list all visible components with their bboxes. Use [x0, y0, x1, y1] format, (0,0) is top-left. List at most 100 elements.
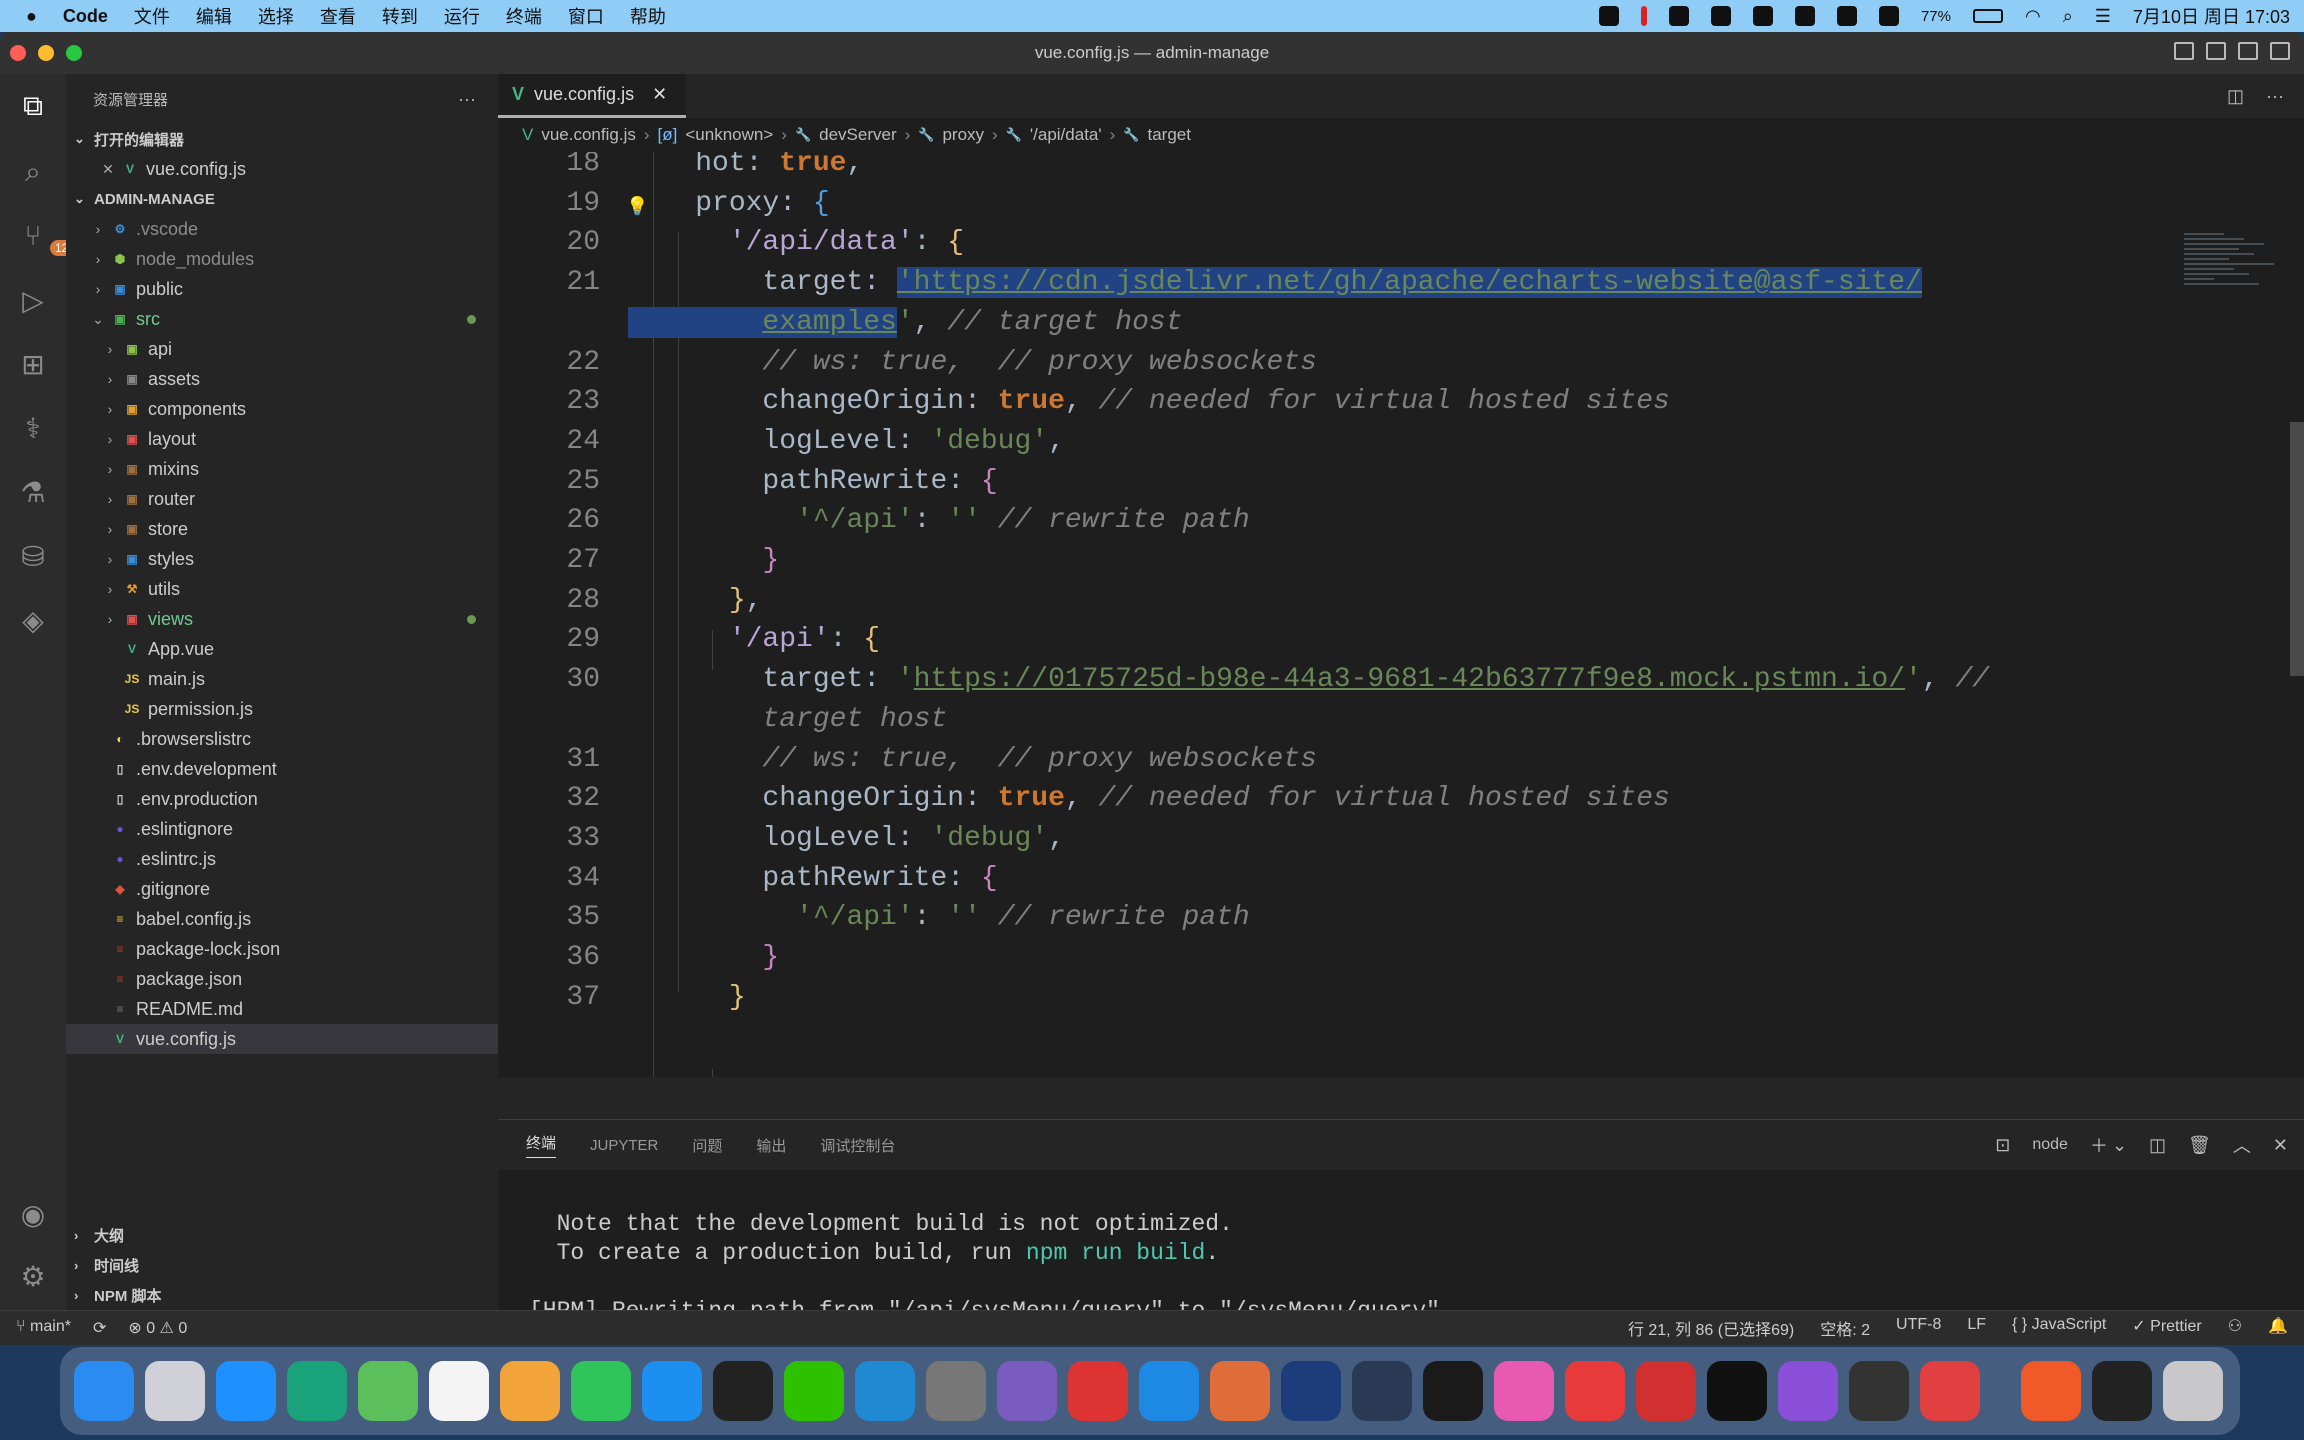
database-icon[interactable]: ⛁ [17, 540, 49, 572]
toggle-sidebar-icon[interactable] [2174, 42, 2194, 60]
battery-percent[interactable]: 77% [1921, 8, 1951, 25]
tree-item[interactable]: › ▣ views [66, 604, 498, 634]
tree-item[interactable]: ● .eslintrc.js [66, 844, 498, 874]
cursor-position[interactable]: 行 21, 列 86 (已选择69) [1628, 1316, 1794, 1340]
code-line[interactable]: 28 }, [498, 581, 2138, 621]
trash-icon[interactable]: 🗑 [2188, 1135, 2211, 1156]
extensions-icon[interactable]: ⊞ [17, 348, 49, 380]
dock-maps-icon[interactable] [358, 1361, 418, 1421]
tray-icon[interactable] [1752, 6, 1773, 26]
dock-creative-app-icon[interactable] [1210, 1361, 1270, 1421]
more-actions-icon[interactable]: ··· [458, 89, 476, 110]
branch-indicator[interactable]: ⑂ main* [16, 1318, 71, 1338]
close-panel-icon[interactable]: ✕ [2273, 1135, 2288, 1156]
dock-terminal-icon[interactable] [1423, 1361, 1483, 1421]
toggle-panel-icon[interactable] [2206, 42, 2226, 60]
code-line[interactable]: 20 '/api/data': { [498, 223, 2138, 263]
code-line[interactable]: target host [498, 700, 2138, 740]
menu-item[interactable]: 帮助 [630, 3, 666, 29]
layers-icon[interactable]: ◈ [17, 604, 49, 636]
explorer-icon[interactable]: ⧉ [17, 90, 49, 122]
minimap[interactable] [2184, 230, 2284, 430]
split-editor-icon[interactable]: ◫ [2227, 86, 2244, 107]
dock-launchpad-icon[interactable] [145, 1361, 205, 1421]
clock[interactable]: 7月10日 周日 17:03 [2133, 3, 2290, 29]
tree-item[interactable]: › ▣ api [66, 334, 498, 364]
tree-item[interactable]: ▯ .env.development [66, 754, 498, 784]
dock-windows-icon[interactable] [1139, 1361, 1199, 1421]
encoding[interactable]: UTF-8 [1896, 1316, 1941, 1340]
python-icon[interactable]: ⚕ [17, 412, 49, 444]
tree-item[interactable]: ◆ .gitignore [66, 874, 498, 904]
terminal-name[interactable]: node [2032, 1136, 2068, 1154]
menu-item[interactable]: 查看 [320, 3, 356, 29]
tray-icon[interactable] [1794, 6, 1815, 26]
dock-wps-icon[interactable] [1565, 1361, 1625, 1421]
code-line[interactable]: 36 } [498, 938, 2138, 978]
toggle-secondary-sidebar-icon[interactable] [2238, 42, 2258, 60]
problems-indicator[interactable]: ⊗ 0 ⚠ 0 [128, 1318, 187, 1338]
tray-icon[interactable] [1640, 6, 1647, 26]
tree-item[interactable]: ⌄ ▣ src [66, 304, 498, 334]
code-line[interactable]: 30 target: 'https://0175725d-b98e-44a3-9… [498, 660, 2138, 700]
code-editor[interactable]: 18 hot: true, 19 proxy: {20 '/api/data': … [498, 152, 2304, 1077]
dock-system-preferences-icon[interactable] [926, 1361, 986, 1421]
source-control-icon[interactable]: ⑂ 12 [17, 220, 74, 256]
more-actions-icon[interactable]: ··· [2266, 86, 2284, 107]
search-icon[interactable]: ⌕ [17, 156, 49, 188]
dock-trash-icon[interactable] [2163, 1361, 2223, 1421]
tree-item[interactable]: ≡ package.json [66, 964, 498, 994]
sidebar-section[interactable]: › NPM 脚本 [66, 1280, 498, 1310]
close-icon[interactable]: ✕ [98, 161, 118, 178]
dock-calendar-icon[interactable] [429, 1361, 489, 1421]
dock-quicktime-icon[interactable] [1352, 1361, 1412, 1421]
tree-item[interactable]: ≡ package-lock.json [66, 934, 498, 964]
code-line[interactable]: 26 '^/api': '' // rewrite path [498, 501, 2138, 541]
wifi-icon[interactable]: ◠ [2025, 6, 2041, 27]
tree-item[interactable]: JS main.js [66, 664, 498, 694]
code-line[interactable]: 35 '^/api': '' // rewrite path [498, 898, 2138, 938]
menu-item[interactable]: 运行 [444, 3, 480, 29]
indentation[interactable]: 空格: 2 [1820, 1316, 1870, 1340]
dock-wechat-icon[interactable] [784, 1361, 844, 1421]
sidebar-section[interactable]: › 大纲 [66, 1220, 498, 1250]
editor-scrollbar[interactable] [2290, 422, 2304, 676]
tree-item[interactable]: JS permission.js [66, 694, 498, 724]
tree-item[interactable]: › ⬢ node_modules [66, 244, 498, 274]
battery-icon[interactable] [1972, 9, 2003, 23]
tray-icon[interactable] [1668, 6, 1689, 26]
dock-player-icon[interactable] [1281, 1361, 1341, 1421]
breadcrumb-item[interactable]: '/api/data' [1030, 125, 1102, 145]
tree-item[interactable]: ≡ babel.config.js [66, 904, 498, 934]
chevron-down-icon[interactable]: ⌄ [2112, 1135, 2127, 1156]
tree-item[interactable]: V App.vue [66, 634, 498, 664]
panel-tab[interactable]: JUPYTER [590, 1137, 658, 1154]
close-window-button[interactable] [10, 45, 26, 61]
dock-capcut-icon[interactable] [1707, 1361, 1767, 1421]
dock-edge-icon[interactable] [287, 1361, 347, 1421]
end-of-line[interactable]: LF [1967, 1316, 1986, 1340]
open-editor-item[interactable]: ✕ V vue.config.js [66, 154, 498, 184]
tree-item[interactable]: ◐ .browserslistrc [66, 724, 498, 754]
code-line[interactable]: examples', // target host [498, 303, 2138, 343]
tree-item[interactable]: › ▣ layout [66, 424, 498, 454]
control-center-icon[interactable]: ☰ [2095, 6, 2111, 27]
terminal-icon[interactable]: ⊡ [1995, 1135, 2010, 1156]
sync-icon[interactable]: ⟳ [93, 1318, 106, 1338]
split-terminal-icon[interactable]: ◫ [2149, 1135, 2166, 1156]
prettier-status[interactable]: ✓ Prettier [2132, 1316, 2201, 1340]
apple-icon[interactable]: ● [26, 6, 37, 27]
code-line[interactable]: 18 hot: true, [498, 152, 2138, 184]
maximize-panel-icon[interactable]: ︿ [2233, 1132, 2251, 1158]
breadcrumb-item[interactable]: proxy [942, 125, 984, 145]
dock-xmind-icon[interactable] [1920, 1361, 1980, 1421]
tree-item[interactable]: ▯ .env.production [66, 784, 498, 814]
code-line[interactable]: 25 pathRewrite: { [498, 462, 2138, 502]
customize-layout-icon[interactable] [2270, 42, 2290, 60]
language-mode[interactable]: { } JavaScript [2012, 1316, 2106, 1340]
tray-icon[interactable] [1598, 6, 1619, 26]
breadcrumb-item[interactable]: vue.config.js [541, 125, 636, 145]
tree-item[interactable]: › ▣ components [66, 394, 498, 424]
testing-icon[interactable]: ⚗ [17, 476, 49, 508]
panel-tab[interactable]: 输出 [756, 1135, 786, 1156]
